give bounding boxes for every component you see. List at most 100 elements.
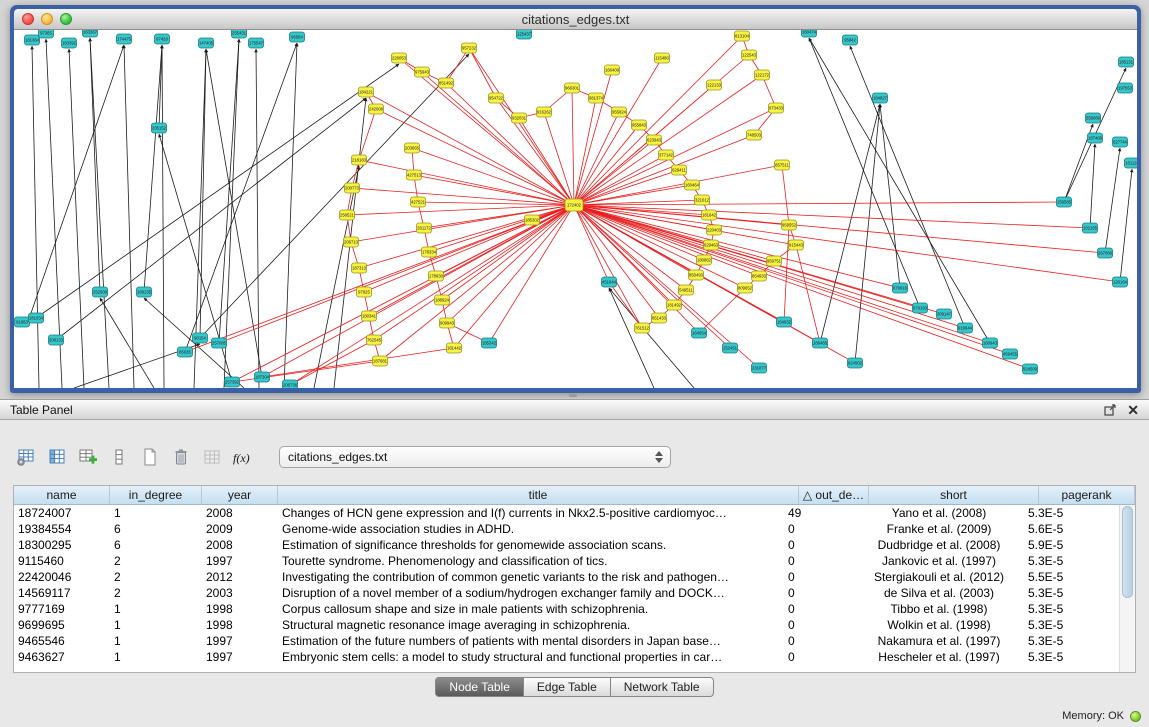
graph-node[interactable]: 205152 (152, 123, 167, 133)
close-window-button[interactable] (22, 13, 34, 25)
graph-node[interactable]: 549511 (679, 285, 694, 295)
new-table-icon[interactable] (136, 445, 163, 470)
graph-node[interactable]: 909943 (440, 318, 455, 328)
graph-node[interactable]: 242008 (369, 104, 384, 114)
graph-node[interactable]: 184221 (359, 87, 374, 97)
graph-node[interactable]: 924502 (848, 358, 863, 368)
graph-node[interactable]: 261172 (417, 223, 432, 233)
graph-node[interactable]: 97365 (39, 30, 54, 38)
column-header-name[interactable]: name (14, 486, 110, 504)
table-row[interactable]: 1938455462009Genome-wide association stu… (14, 521, 1120, 537)
graph-node[interactable]: 174475 (117, 34, 132, 44)
graph-node[interactable]: 973433 (769, 103, 784, 113)
graph-node[interactable]: 181364 (25, 35, 40, 45)
graph-node[interactable]: 152451 (723, 343, 738, 353)
graph-node[interactable]: 629411 (672, 165, 687, 175)
table-import-icon[interactable] (74, 445, 101, 470)
graph-node[interactable]: 164827 (873, 93, 888, 103)
graph-node[interactable]: 252609 (93, 287, 108, 297)
tab-edge-table[interactable]: Edge Table (523, 677, 611, 697)
graph-node[interactable]: 459455 (1003, 349, 1018, 359)
table-settings-icon[interactable] (12, 445, 39, 470)
tab-network-table[interactable]: Network Table (610, 677, 714, 697)
graph-node[interactable]: 267066 (1098, 248, 1113, 258)
graph-node[interactable]: 851433 (652, 313, 667, 323)
column-header-title[interactable]: title (278, 486, 799, 504)
table-row[interactable]: 969969511998Structural magnetic resonanc… (14, 617, 1120, 633)
graph-node[interactable]: 919644 (958, 323, 973, 333)
graph-node[interactable]: 559066 (1086, 113, 1101, 123)
graph-node[interactable]: 102165 (1083, 223, 1098, 233)
graph-node[interactable]: 163367 (83, 30, 98, 37)
graph-node[interactable]: 178930 (429, 271, 444, 281)
graph-node[interactable]: 748503 (747, 130, 762, 140)
graph-node[interactable]: 924509 (1023, 364, 1038, 374)
table-row[interactable]: 2242004622012Investigating the contribut… (14, 569, 1120, 585)
graph-node[interactable]: 160464 (685, 180, 700, 190)
table-row[interactable]: 977716911998Corpus callosum shape and si… (14, 601, 1120, 617)
graph-node[interactable]: 879916 (893, 283, 908, 293)
graph-node[interactable]: 188924 (435, 295, 450, 305)
graph-node[interactable]: 175547 (249, 38, 264, 48)
graph-node[interactable]: 981374 (589, 93, 604, 103)
graph-node[interactable]: 90154 (193, 333, 208, 343)
graph-node[interactable]: 187313 (352, 263, 367, 273)
graph-node[interactable]: 120164 (1113, 277, 1128, 287)
graph-node[interactable]: 954722 (489, 93, 504, 103)
table-row[interactable]: 946554611997Estimation of the future num… (14, 633, 1120, 649)
graph-node[interactable]: 377142 (659, 150, 674, 160)
graph-node[interactable]: 206736 (283, 380, 298, 388)
graph-node[interactable]: 185342 (482, 338, 497, 348)
table-vertical-scrollbar[interactable] (1119, 505, 1135, 672)
graph-node[interactable]: 850493 (689, 270, 704, 280)
graph-node[interactable]: 916262 (537, 107, 552, 117)
graph-node[interactable]: 187681 (373, 356, 388, 366)
column-header-year[interactable]: year (202, 486, 278, 504)
graph-node[interactable]: 915443 (789, 240, 804, 250)
graph-node[interactable]: 115480 (655, 53, 670, 63)
table-row[interactable]: 1830029562008Estimation of significance … (14, 537, 1120, 553)
graph-node[interactable]: 164632 (777, 317, 792, 327)
table-columns-icon[interactable] (43, 445, 70, 470)
graph-node[interactable]: 203665 (405, 143, 420, 153)
network-graph[interactable]: 1813649736518339216336717447597428147405… (14, 30, 1137, 388)
graph-node[interactable]: 966301 (565, 83, 580, 93)
graph-node[interactable]: 762545 (367, 335, 382, 345)
graph-node[interactable]: 258521 (340, 210, 355, 220)
graph-node[interactable]: 181492 (667, 300, 682, 310)
graph-node[interactable]: 180341 (362, 311, 377, 321)
graph-node[interactable]: 955843 (632, 120, 647, 130)
graph-node[interactable]: 181642 (702, 210, 717, 220)
graph-node[interactable]: 321612 (695, 195, 710, 205)
graph-node[interactable]: 623943 (647, 135, 662, 145)
graph-node[interactable]: 97925 (357, 287, 372, 297)
graph-node[interactable]: 186465 (813, 338, 828, 348)
graph-node[interactable]: 761512 (635, 323, 650, 333)
graph-node[interactable]: 183392 (62, 38, 77, 48)
graph-node[interactable]: 160943 (983, 338, 998, 348)
graph-node[interactable]: 854933 (752, 271, 767, 281)
graph-node[interactable]: 809652 (738, 283, 753, 293)
close-panel-icon[interactable]: ✕ (1127, 403, 1139, 417)
graph-node[interactable]: 257392 (225, 377, 240, 387)
graph-node[interactable]: 187304 (255, 372, 270, 382)
graph-node[interactable]: 629463 (704, 240, 719, 250)
graph-node[interactable]: 147405 (199, 38, 214, 48)
graph-node[interactable]: 180862 (697, 255, 712, 265)
graph-node[interactable]: 160474 (802, 30, 817, 37)
graph-node[interactable]: 255431 (232, 30, 247, 38)
graph-node[interactable]: 122543 (742, 50, 757, 60)
column-header-in_degree[interactable]: in_degree (110, 486, 202, 504)
network-canvas[interactable]: 1813649736518339216336717447597428147405… (14, 30, 1137, 388)
graph-node[interactable]: 85035 (178, 347, 193, 357)
function-builder-icon[interactable]: f(x) (229, 445, 259, 470)
table-row[interactable]: 946362711997Embryonic stem cells: a mode… (14, 649, 1120, 665)
graph-node[interactable]: 257085 (212, 338, 227, 348)
graph-node[interactable]: 122133 (707, 80, 722, 90)
graph-node[interactable]: 164654 (692, 328, 707, 338)
graph-node[interactable]: 161128 (1125, 158, 1138, 168)
graph-node[interactable]: 427513 (407, 170, 422, 180)
graph-node[interactable]: 197553 (1118, 83, 1133, 93)
graph-node[interactable]: 125437 (517, 30, 532, 39)
graph-node[interactable]: 975943 (415, 67, 430, 77)
